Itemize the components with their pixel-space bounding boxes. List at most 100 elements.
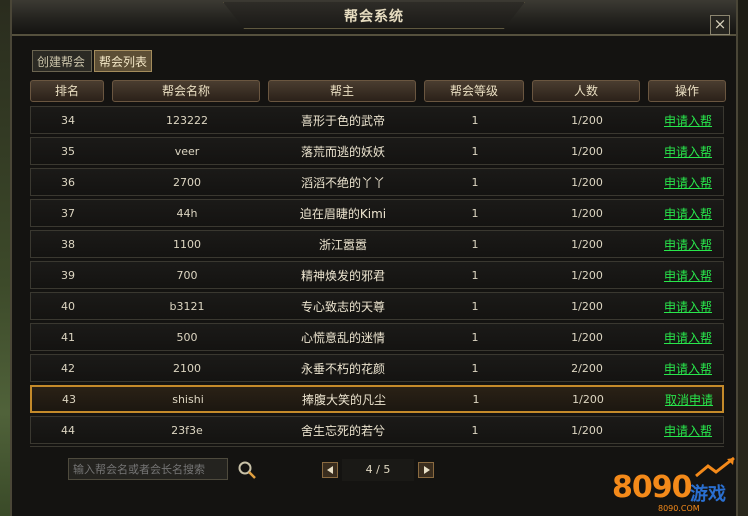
footer-divider xyxy=(30,446,724,447)
table-row[interactable]: 41 500 心慌意乱的迷情 1 1/200 申请入帮 xyxy=(30,323,724,351)
cell-rank: 37 xyxy=(61,206,75,220)
cell-action: 申请入帮 xyxy=(649,324,727,350)
table-row[interactable]: 44 23f3e 舍生忘死的若兮 1 1/200 申请入帮 xyxy=(30,416,724,444)
cell-members: 1/200 xyxy=(572,392,604,406)
cell-leader: 捧腹大笑的凡尘 xyxy=(301,392,386,407)
apply-join-link[interactable]: 申请入帮 xyxy=(664,360,712,377)
header-action[interactable]: 操作 xyxy=(648,80,726,102)
cell-members: 1/200 xyxy=(571,144,603,158)
apply-join-link[interactable]: 申请入帮 xyxy=(664,236,712,253)
cell-leader: 专心致志的天尊 xyxy=(300,299,385,314)
table-row[interactable]: 42 2100 永垂不朽的花颜 1 2/200 申请入帮 xyxy=(30,354,724,382)
cell-leader: 滔滔不绝的丫丫 xyxy=(300,175,385,190)
cell-action: 申请入帮 xyxy=(649,169,727,195)
logo-name: 游戏 xyxy=(690,484,726,505)
guild-system-window: 帮会系统 × 创建帮会 帮会列表 排名 帮会名称 帮主 帮会等级 人数 操作 3… xyxy=(10,0,738,516)
previous-page-button[interactable] xyxy=(322,462,338,478)
cell-guild-name: veer xyxy=(174,144,200,158)
cell-action: 申请入帮 xyxy=(649,417,727,443)
cell-guild-name: 123222 xyxy=(166,113,208,127)
cell-leader: 心慌意乱的迷情 xyxy=(300,330,385,345)
close-button[interactable]: × xyxy=(710,15,730,35)
logo-numbers: 8090 xyxy=(612,470,692,505)
cell-members: 1/200 xyxy=(571,423,603,437)
cell-guild-level: 1 xyxy=(471,423,479,437)
background-right-edge xyxy=(738,0,748,516)
cell-leader: 舍生忘死的若兮 xyxy=(300,423,385,438)
cell-members: 1/200 xyxy=(571,299,603,313)
8090-game-logo: 8090 游戏 8090.COM xyxy=(612,454,740,514)
cell-guild-name: 2100 xyxy=(173,361,201,375)
cell-rank: 34 xyxy=(61,113,75,127)
cell-guild-level: 1 xyxy=(471,237,479,251)
header-members[interactable]: 人数 xyxy=(532,80,640,102)
cell-guild-level: 1 xyxy=(471,206,479,220)
table-row[interactable]: 38 1100 浙江嚣嚣 1 1/200 申请入帮 xyxy=(30,230,724,258)
cancel-application-link[interactable]: 取消申请 xyxy=(665,391,713,408)
cell-guild-level: 1 xyxy=(471,299,479,313)
cell-action: 取消申请 xyxy=(650,387,728,411)
cell-members: 1/200 xyxy=(571,237,603,251)
cell-rank: 39 xyxy=(61,268,75,282)
apply-join-link[interactable]: 申请入帮 xyxy=(664,205,712,222)
cell-members: 1/200 xyxy=(571,206,603,220)
header-leader[interactable]: 帮主 xyxy=(268,80,416,102)
cell-rank: 36 xyxy=(61,175,75,189)
cell-action: 申请入帮 xyxy=(649,107,727,133)
triangle-right-icon xyxy=(424,466,430,474)
apply-join-link[interactable]: 申请入帮 xyxy=(664,298,712,315)
cell-guild-name: b3121 xyxy=(169,299,205,313)
table-row[interactable]: 34 123222 喜形于色的武帝 1 1/200 申请入帮 xyxy=(30,106,724,134)
table-row[interactable]: 36 2700 滔滔不绝的丫丫 1 1/200 申请入帮 xyxy=(30,168,724,196)
cell-rank: 40 xyxy=(61,299,75,313)
next-page-button[interactable] xyxy=(418,462,434,478)
cell-guild-level: 1 xyxy=(471,175,479,189)
cell-rank: 38 xyxy=(61,237,75,251)
cell-leader: 喜形于色的武帝 xyxy=(300,113,385,128)
cell-members: 1/200 xyxy=(571,175,603,189)
apply-join-link[interactable]: 申请入帮 xyxy=(664,329,712,346)
cell-guild-level: 1 xyxy=(471,361,479,375)
cell-action: 申请入帮 xyxy=(649,262,727,288)
cell-guild-name: 500 xyxy=(176,330,198,344)
apply-join-link[interactable]: 申请入帮 xyxy=(664,143,712,160)
cell-guild-level: 1 xyxy=(471,144,479,158)
apply-join-link[interactable]: 申请入帮 xyxy=(664,174,712,191)
header-guild-level[interactable]: 帮会等级 xyxy=(424,80,524,102)
cell-guild-name: 1100 xyxy=(173,237,201,251)
cell-action: 申请入帮 xyxy=(649,200,727,226)
cell-action: 申请入帮 xyxy=(649,231,727,257)
header-rank[interactable]: 排名 xyxy=(30,80,104,102)
title-bar[interactable]: 帮会系统 × xyxy=(12,0,736,36)
cell-members: 2/200 xyxy=(571,361,603,375)
cell-rank: 42 xyxy=(61,361,75,375)
cell-action: 申请入帮 xyxy=(649,355,727,381)
cell-rank: 44 xyxy=(61,423,75,437)
cell-guild-name: shishi xyxy=(172,392,204,406)
cell-rank: 35 xyxy=(61,144,75,158)
cell-rank: 43 xyxy=(62,392,76,406)
cell-members: 1/200 xyxy=(571,113,603,127)
table-row[interactable]: 40 b3121 专心致志的天尊 1 1/200 申请入帮 xyxy=(30,292,724,320)
search-icon[interactable] xyxy=(236,458,258,480)
table-header: 排名 帮会名称 帮主 帮会等级 人数 操作 xyxy=(30,78,726,104)
cell-guild-level: 1 xyxy=(472,392,480,406)
header-guild-name[interactable]: 帮会名称 xyxy=(112,80,260,102)
guild-search-input[interactable] xyxy=(68,458,228,480)
table-row[interactable]: 37 44h 迫在眉睫的Kimi 1 1/200 申请入帮 xyxy=(30,199,724,227)
apply-join-link[interactable]: 申请入帮 xyxy=(664,422,712,439)
table-row-selected[interactable]: 43 shishi 捧腹大笑的凡尘 1 1/200 取消申请 xyxy=(30,385,724,413)
guild-panel: 创建帮会 帮会列表 排名 帮会名称 帮主 帮会等级 人数 操作 34 123222… xyxy=(20,44,728,514)
table-row[interactable]: 35 veer 落荒而逃的妖妖 1 1/200 申请入帮 xyxy=(30,137,724,165)
triangle-left-icon xyxy=(327,466,333,474)
tab-guild-list[interactable]: 帮会列表 xyxy=(94,50,152,72)
table-row[interactable]: 39 700 精神焕发的邪君 1 1/200 申请入帮 xyxy=(30,261,724,289)
cell-guild-name: 23f3e xyxy=(171,423,203,437)
apply-join-link[interactable]: 申请入帮 xyxy=(664,112,712,129)
cell-leader: 迫在眉睫的Kimi xyxy=(299,206,387,221)
cell-members: 1/200 xyxy=(571,330,603,344)
logo-url: 8090.COM xyxy=(658,504,700,513)
apply-join-link[interactable]: 申请入帮 xyxy=(664,267,712,284)
cell-leader: 浙江嚣嚣 xyxy=(318,237,367,252)
tab-create-guild[interactable]: 创建帮会 xyxy=(32,50,92,72)
